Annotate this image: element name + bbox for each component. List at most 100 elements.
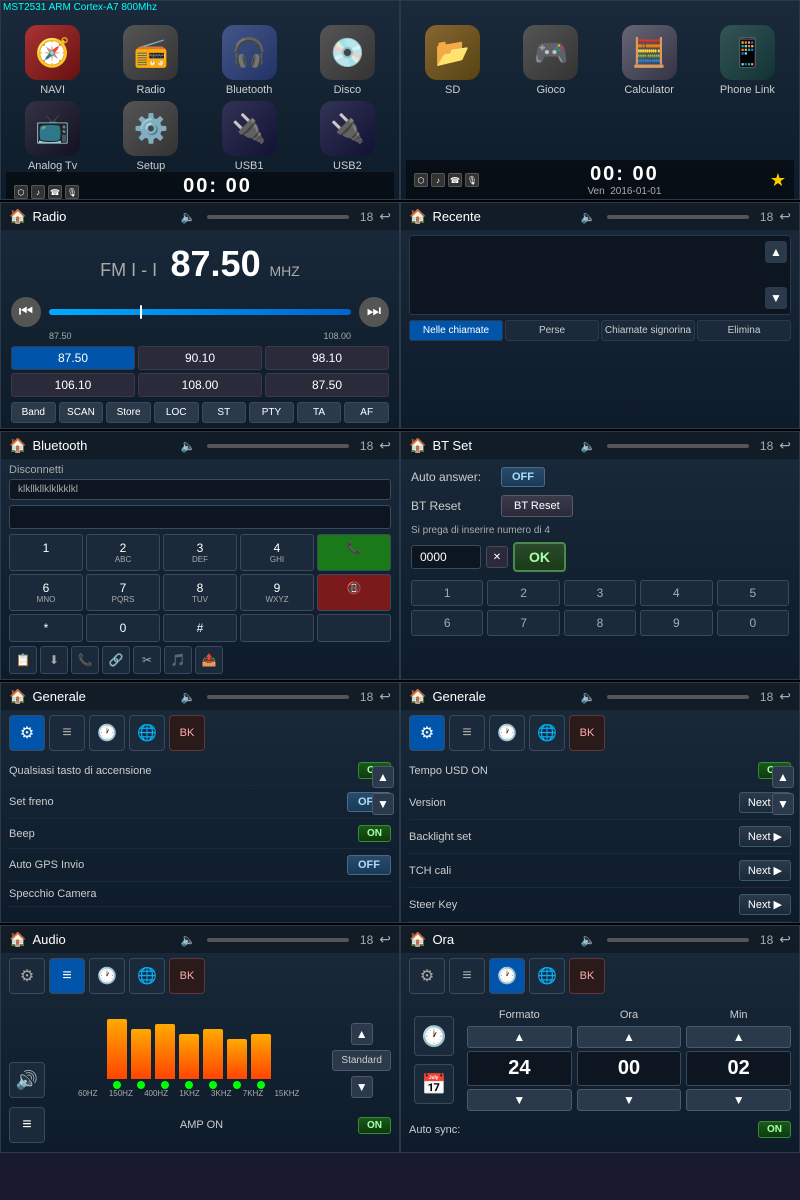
back-icon-recente[interactable]: ↩ (779, 208, 791, 225)
auto-sync-toggle[interactable]: ON (758, 1121, 791, 1138)
scroll-up-gen-r[interactable]: ▲ (772, 766, 794, 788)
bt-key-hangup[interactable]: 📵 (317, 574, 391, 611)
bt-action-link[interactable]: 🔗 (102, 646, 130, 674)
app-navi[interactable]: 🧭 NAVI (6, 25, 99, 96)
volume-icon-btset[interactable]: 🔈 (581, 439, 596, 453)
home-icon-radio[interactable]: 🏠 (9, 208, 26, 225)
scroll-down-gen-r[interactable]: ▼ (772, 793, 794, 815)
settings-tab-bk-l[interactable]: BK (169, 715, 205, 751)
settings-tab-gear-ora[interactable]: ⚙ (409, 958, 445, 994)
toggle-beep[interactable]: ON (358, 825, 391, 842)
btset-ok-btn[interactable]: OK (513, 542, 566, 572)
bt-key-6[interactable]: 6MNO (9, 574, 83, 611)
min-up[interactable]: ▲ (686, 1026, 791, 1048)
volume-slider-btset[interactable] (607, 444, 749, 448)
tab-nelle-chiamate[interactable]: Nelle chiamate (409, 320, 503, 341)
bt-key-call[interactable]: 📞 (317, 534, 391, 571)
tab-perse[interactable]: Perse (505, 320, 599, 341)
settings-tab-gear-r[interactable]: ⚙ (409, 715, 445, 751)
format-up[interactable]: ▲ (467, 1026, 572, 1048)
bt-key-1[interactable]: 1 (9, 534, 83, 571)
hour-up[interactable]: ▲ (577, 1026, 682, 1048)
bt-input[interactable] (9, 505, 391, 529)
btset-clear-btn[interactable]: ✕ (486, 546, 508, 568)
bt-key-3[interactable]: 3DEF (163, 534, 237, 571)
back-icon-gen-l[interactable]: ↩ (379, 688, 391, 705)
back-icon-btset[interactable]: ↩ (779, 437, 791, 454)
settings-tab-clock-r[interactable]: 🕐 (489, 715, 525, 751)
volume-icon-recente[interactable]: 🔈 (581, 210, 596, 224)
bt-action-upload[interactable]: 📤 (195, 646, 223, 674)
settings-tab-clock-l[interactable]: 🕐 (89, 715, 125, 751)
next-btn-steer[interactable]: Next ▶ (739, 894, 791, 915)
settings-tab-eq-ora[interactable]: ≡ (449, 958, 485, 994)
btset-code-input[interactable] (411, 545, 481, 569)
bt-key-9[interactable]: 9WXYZ (240, 574, 314, 611)
time-calendar-icon[interactable]: 📅 (414, 1064, 454, 1104)
btset-num-3[interactable]: 3 (564, 580, 636, 606)
bt-key-2[interactable]: 2ABC (86, 534, 160, 571)
list-scroll-down[interactable]: ▼ (765, 287, 787, 309)
back-icon-ora[interactable]: ↩ (779, 931, 791, 948)
home-icon-btset[interactable]: 🏠 (409, 437, 426, 454)
btset-num-5[interactable]: 5 (717, 580, 789, 606)
bt-action-clipboard[interactable]: 📋 (9, 646, 37, 674)
volume-slider-ora[interactable] (607, 938, 749, 942)
eq-bar-60hz[interactable] (107, 1019, 127, 1089)
preset-3[interactable]: 98.10 (265, 346, 389, 370)
scroll-up-gen-l[interactable]: ▲ (372, 766, 394, 788)
bt-action-cut[interactable]: ✂ (133, 646, 161, 674)
app-gioco[interactable]: 🎮 Gioco (504, 25, 597, 96)
bt-key-8[interactable]: 8TUV (163, 574, 237, 611)
radio-freq-bar[interactable] (49, 309, 351, 315)
btset-num-8[interactable]: 8 (564, 610, 636, 636)
preset-6[interactable]: 87.50 (265, 373, 389, 397)
back-icon-gen-r[interactable]: ↩ (779, 688, 791, 705)
next-btn-tch[interactable]: Next ▶ (739, 860, 791, 881)
volume-icon-bt[interactable]: 🔈 (181, 439, 196, 453)
app-radio[interactable]: 📻 Radio (104, 25, 197, 96)
preset-5[interactable]: 108.00 (138, 373, 262, 397)
app-disco[interactable]: 💿 Disco (301, 25, 394, 96)
settings-tab-gear-l[interactable]: ⚙ (9, 715, 45, 751)
btset-num-9[interactable]: 9 (640, 610, 712, 636)
min-down[interactable]: ▼ (686, 1089, 791, 1111)
eq-icon[interactable]: ≡ (9, 1107, 45, 1143)
bt-action-download[interactable]: ⬇ (40, 646, 68, 674)
hour-down[interactable]: ▼ (577, 1089, 682, 1111)
radio-store-btn[interactable]: Store (106, 402, 151, 423)
btset-num-1[interactable]: 1 (411, 580, 483, 606)
back-icon-bt[interactable]: ↩ (379, 437, 391, 454)
btset-auto-answer-toggle[interactable]: OFF (501, 467, 545, 487)
settings-tab-globe-audio[interactable]: 🌐 (129, 958, 165, 994)
eq-preset-standard[interactable]: Standard (332, 1050, 391, 1071)
radio-band-btn[interactable]: Band (11, 402, 56, 423)
volume-icon-ora[interactable]: 🔈 (581, 933, 596, 947)
volume-slider-gen-l[interactable] (207, 695, 349, 699)
radio-scan-btn[interactable]: SCAN (59, 402, 104, 423)
bt-key-hash[interactable]: # (163, 614, 237, 642)
home-icon-gen-l[interactable]: 🏠 (9, 688, 26, 705)
home-icon-bt[interactable]: 🏠 (9, 437, 26, 454)
preset-4[interactable]: 106.10 (11, 373, 135, 397)
time-clock-icon[interactable]: 🕐 (414, 1016, 454, 1056)
settings-tab-bk-audio[interactable]: BK (169, 958, 205, 994)
app-bluetooth[interactable]: 🎧 Bluetooth (203, 25, 296, 96)
settings-tab-bk-r[interactable]: BK (569, 715, 605, 751)
app-analog-tv[interactable]: 📺 Analog Tv (6, 101, 99, 172)
bt-key-0[interactable]: 0 (86, 614, 160, 642)
format-down[interactable]: ▼ (467, 1089, 572, 1111)
volume-slider-bt[interactable] (207, 444, 349, 448)
radio-loc-btn[interactable]: LOC (154, 402, 199, 423)
home-icon-recente[interactable]: 🏠 (409, 208, 426, 225)
settings-tab-eq-r[interactable]: ≡ (449, 715, 485, 751)
volume-icon-radio[interactable]: 🔈 (181, 210, 196, 224)
bt-key-4[interactable]: 4GHI (240, 534, 314, 571)
eq-scroll-up[interactable]: ▲ (351, 1023, 373, 1045)
tab-chiamate-signorina[interactable]: Chiamate signorina (601, 320, 695, 341)
radio-next-btn[interactable]: ⏭ (359, 297, 389, 327)
btset-num-6[interactable]: 6 (411, 610, 483, 636)
btset-num-4[interactable]: 4 (640, 580, 712, 606)
toggle-gps[interactable]: OFF (347, 855, 391, 875)
bt-action-music[interactable]: 🎵 (164, 646, 192, 674)
